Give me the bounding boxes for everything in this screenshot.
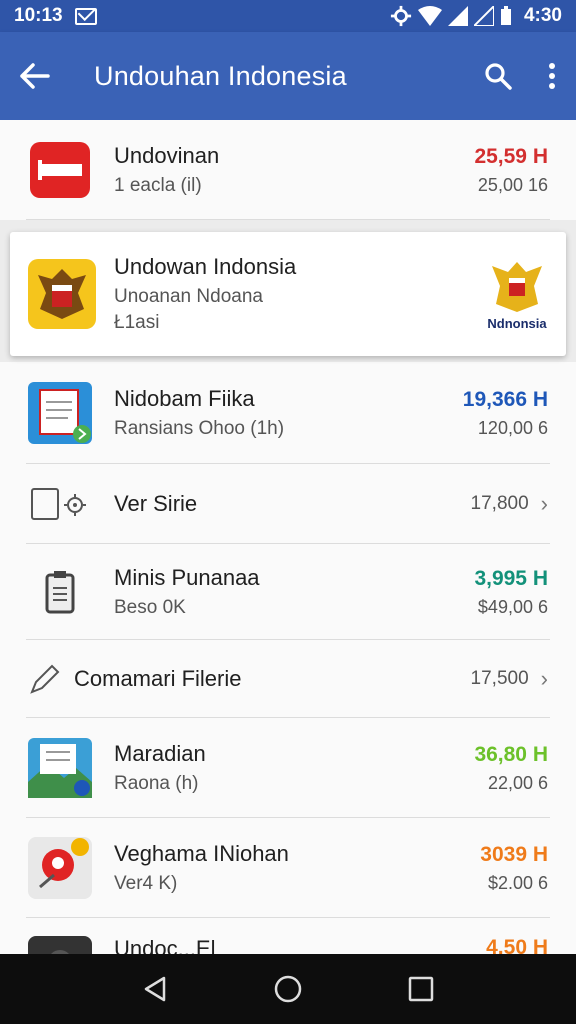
item-subtitle-2: Ł1asi	[114, 312, 160, 333]
landscape-app-icon	[28, 736, 92, 800]
mail-notification-icon	[74, 7, 97, 25]
item-title: Veghama INiohan	[114, 841, 289, 866]
item-subtitle: Ver4 K)	[114, 873, 178, 894]
featured-item-card[interactable]: Undowan Indonsia Unoanan Ndoana Ł1asi Nd…	[10, 232, 566, 356]
nav-recents-icon[interactable]	[408, 976, 434, 1002]
nav-home-icon[interactable]	[273, 974, 303, 1004]
item-subtitle: Ransians Ohoo (1h)	[114, 418, 285, 439]
list-item[interactable]: Undovinan 1 eacla (il) 25,59 H 25,00 16	[0, 120, 576, 220]
system-nav-bar	[0, 954, 576, 1024]
list-item[interactable]: Veghama INiohan Ver4 K) 3039 H $2.00 6	[0, 818, 576, 918]
settings-status-icon	[390, 5, 412, 27]
chevron-right-icon: ›	[540, 491, 548, 516]
item-price: 3039 H	[480, 842, 548, 866]
item-price: 3,995 H	[474, 566, 548, 590]
status-time: 10:13	[14, 5, 63, 26]
item-value: 17,500	[470, 668, 529, 689]
signal-icon-2	[473, 6, 494, 26]
clipboard-icon	[28, 560, 92, 624]
list-item[interactable]: Comamari Filerie 17,500 ›	[0, 640, 576, 718]
app-bar: Undouhan Indonesia	[0, 32, 576, 120]
item-title: Nidobam Fiika	[114, 386, 255, 411]
settings-square-icon	[28, 472, 92, 536]
list-item[interactable]: Ver Sirie 17,800 ›	[0, 464, 576, 544]
item-price-secondary: $49,00 6	[477, 596, 548, 617]
garuda-badge: Ndnonsia	[486, 258, 548, 331]
item-price-secondary: 25,00 16	[477, 174, 548, 195]
item-price: 36,80 H	[474, 742, 548, 766]
garuda-badge-icon	[492, 261, 542, 312]
item-subtitle: Beso 0K	[114, 597, 186, 618]
item-subtitle: Raona (h)	[114, 773, 199, 794]
item-price-secondary: 22,00 6	[487, 772, 548, 793]
list-item[interactable]: Nidobam Fiika Ransians Ohoo (1h) 19,366 …	[0, 362, 576, 464]
list-item[interactable]: Maradian Raona (h) 36,80 H 22,00 6	[0, 718, 576, 818]
item-title: Ver Sirie	[114, 491, 198, 516]
app-icon-red-sign	[28, 138, 92, 202]
app-title: Undouhan Indonesia	[94, 60, 347, 91]
signal-icon	[447, 6, 468, 26]
chevron-right-icon: ›	[540, 666, 548, 691]
search-icon[interactable]	[484, 62, 512, 90]
divider	[26, 219, 550, 220]
item-price-secondary: $2.00 6	[487, 872, 548, 893]
item-title: Minis Punanaa	[114, 565, 260, 590]
document-app-icon	[28, 381, 92, 445]
item-title: Comamari Filerie	[74, 666, 242, 691]
item-subtitle: 1 eacla (il)	[114, 175, 202, 196]
badge-label: Ndnonsia	[487, 315, 547, 331]
item-price-secondary: 120,00 6	[477, 417, 548, 438]
garuda-emblem-icon	[28, 259, 96, 329]
item-title: Maradian	[114, 741, 206, 766]
back-arrow-icon[interactable]	[20, 63, 50, 89]
map-pin-app-icon	[28, 836, 92, 900]
list-item[interactable]: Minis Punanaa Beso 0K 3,995 H $49,00 6	[0, 544, 576, 640]
item-title: Undowan Indonsia	[114, 254, 297, 279]
more-vert-icon[interactable]	[548, 63, 556, 89]
item-price: 25,59 H	[474, 144, 548, 168]
item-subtitle: Unoanan Ndoana	[114, 286, 263, 307]
status-clock-right: 4:30	[523, 5, 562, 26]
item-price: 19,366 H	[462, 387, 548, 411]
nav-back-icon[interactable]	[142, 975, 168, 1003]
item-value: 17,800	[470, 493, 529, 514]
item-title: Undovinan	[114, 143, 220, 168]
battery-icon	[500, 6, 511, 25]
wifi-icon	[417, 6, 442, 26]
status-bar: 10:13 4:30	[0, 0, 576, 32]
pen-tool-icon	[28, 647, 62, 711]
